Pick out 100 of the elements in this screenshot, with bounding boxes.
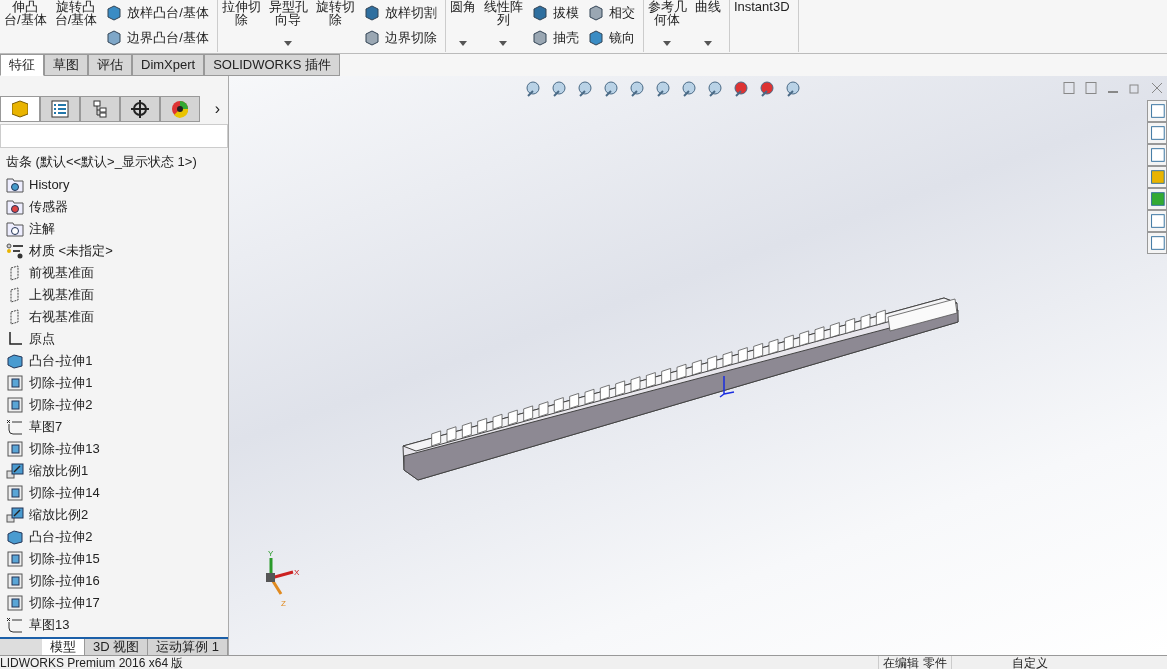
- tree-item[interactable]: 缩放比例2: [0, 504, 228, 526]
- toolbar-button[interactable]: 拉伸切 除: [217, 0, 265, 50]
- caret-icon: [703, 40, 712, 46]
- restore-icon[interactable]: [1129, 82, 1141, 94]
- toolbar-button[interactable]: 边界切除: [362, 27, 437, 48]
- button-label: 台/基体: [4, 13, 47, 26]
- toolbar-button[interactable]: 拔模: [530, 2, 579, 23]
- toolbar-button[interactable]: Instant3D: [729, 0, 794, 50]
- tree-item[interactable]: 切除-拉伸15: [0, 548, 228, 570]
- tree-item[interactable]: 切除-拉伸2: [0, 394, 228, 416]
- toolbar-button[interactable]: 放样凸台/基体: [105, 2, 209, 23]
- tree-item[interactable]: 右视基准面: [0, 306, 228, 328]
- axis-triad-icon: [266, 558, 294, 595]
- feature-icon: [362, 28, 381, 47]
- sketch-icon: [6, 419, 24, 435]
- toolbar-button[interactable]: 镜向: [586, 27, 635, 48]
- button-label: 曲线: [694, 0, 721, 13]
- tree-item[interactable]: 原点: [0, 328, 228, 350]
- tree-item[interactable]: 凸台-拉伸2: [0, 526, 228, 548]
- toolbar-button[interactable]: 边界凸台/基体: [105, 27, 209, 48]
- toolbar-button[interactable]: 线性阵 列: [479, 0, 527, 50]
- tree-item[interactable]: 切除-拉伸16: [0, 570, 228, 592]
- toolbar-button[interactable]: 相交: [586, 2, 635, 23]
- tree-item[interactable]: 前视基准面: [0, 262, 228, 284]
- cut-icon: [6, 441, 24, 457]
- panel-tab[interactable]: [160, 96, 200, 122]
- button-label: 列: [496, 13, 510, 26]
- command-tab[interactable]: 特征: [0, 54, 44, 76]
- command-tab[interactable]: 评估: [88, 54, 132, 76]
- button-label: 向导: [275, 13, 302, 26]
- button-label: 旋转切: [315, 0, 355, 13]
- button-label: 拉伸切: [221, 0, 261, 13]
- command-tab[interactable]: DimXpert: [132, 54, 205, 76]
- toolbar-button[interactable]: 曲线: [690, 0, 725, 50]
- feature-icon: [586, 28, 605, 47]
- tree-item[interactable]: 传感器: [0, 196, 228, 218]
- button-label: 圆角: [449, 0, 476, 13]
- tree-item[interactable]: 注解: [0, 218, 228, 240]
- tree-item[interactable]: 上视基准面: [0, 284, 228, 306]
- cut-icon: [6, 375, 24, 391]
- tree-item[interactable]: 草图13: [0, 614, 228, 636]
- product-version: LIDWORKS Premium 2016 x64 版: [0, 655, 184, 669]
- toolbar-button[interactable]: 旋转凸 台/基体: [50, 0, 102, 50]
- feature-icon: [105, 3, 124, 22]
- units-menu[interactable]: 自定义: [1011, 655, 1048, 669]
- toolbar-button[interactable]: 圆角: [445, 0, 480, 50]
- toolbar-button[interactable]: 抽壳: [530, 27, 579, 48]
- toolbar-button[interactable]: 参考几 何体: [643, 0, 691, 50]
- model-tab[interactable]: 运动算例 1: [148, 639, 228, 655]
- button-label: 异型孔: [268, 0, 308, 13]
- panel-tab[interactable]: [120, 96, 160, 122]
- button-label: Instant3D: [733, 0, 790, 13]
- tree-item[interactable]: 切除-拉伸13: [0, 438, 228, 460]
- tree-root[interactable]: 齿条 (默认<<默认>_显示状态 1>): [0, 152, 228, 174]
- crosshair-icon: [131, 100, 149, 118]
- feature-icon: [530, 3, 549, 22]
- part-icon: [12, 100, 28, 118]
- button-label: 何体: [654, 13, 681, 26]
- tree-item[interactable]: 切除-拉伸14: [0, 482, 228, 504]
- tree-item[interactable]: 切除-拉伸1: [0, 372, 228, 394]
- panel-tab[interactable]: [80, 96, 120, 122]
- toolbar-button[interactable]: 旋转切 除: [311, 0, 359, 50]
- feature-icon: [586, 3, 605, 22]
- tree-item[interactable]: 凸台-拉伸1: [0, 350, 228, 372]
- button-label: 线性阵: [483, 0, 523, 13]
- scale-icon: [6, 463, 24, 479]
- tree-item[interactable]: 切除-拉伸17: [0, 592, 228, 614]
- button-label: 伸凸: [12, 0, 39, 13]
- toolbar-button[interactable]: 异型孔 向导: [264, 0, 312, 50]
- list-icon: [51, 100, 69, 118]
- axis-label: Z: [281, 599, 286, 608]
- cut-icon: [6, 595, 24, 611]
- tree-item[interactable]: 材质 <未指定>: [0, 240, 228, 262]
- button-label: 除: [234, 13, 248, 26]
- caret-icon: [663, 40, 672, 46]
- scale-icon: [6, 507, 24, 523]
- close-icon[interactable]: [1151, 82, 1163, 94]
- sketch-icon: [6, 617, 24, 633]
- tree-item[interactable]: 草图7: [0, 416, 228, 438]
- cut-icon: [6, 397, 24, 413]
- toolbar-button[interactable]: 放样切割: [362, 2, 437, 23]
- feature-icon: [105, 28, 124, 47]
- command-tab[interactable]: 草图: [44, 54, 88, 76]
- edit-mode: 在编辑 零件: [878, 655, 952, 669]
- button-label: 台/基体: [54, 13, 98, 26]
- caret-icon: [458, 40, 467, 46]
- chevron-right-icon[interactable]: ›: [214, 97, 220, 121]
- configuration-icon: [92, 100, 108, 118]
- cut-icon: [6, 573, 24, 589]
- command-tab[interactable]: SOLIDWORKS 插件: [204, 54, 340, 76]
- panel-tab[interactable]: [40, 96, 80, 122]
- material-icon: [6, 243, 24, 259]
- model-tab[interactable]: 模型: [41, 639, 85, 655]
- tree-item[interactable]: 缩放比例1: [0, 460, 228, 482]
- tree-item[interactable]: History: [0, 174, 228, 196]
- cut-icon: [6, 551, 24, 567]
- toolbar-button[interactable]: 伸凸 台/基体: [0, 0, 51, 50]
- model-tab[interactable]: 3D 视图: [84, 639, 149, 655]
- button-label: 参考几: [647, 0, 687, 13]
- filter-field[interactable]: [0, 124, 228, 148]
